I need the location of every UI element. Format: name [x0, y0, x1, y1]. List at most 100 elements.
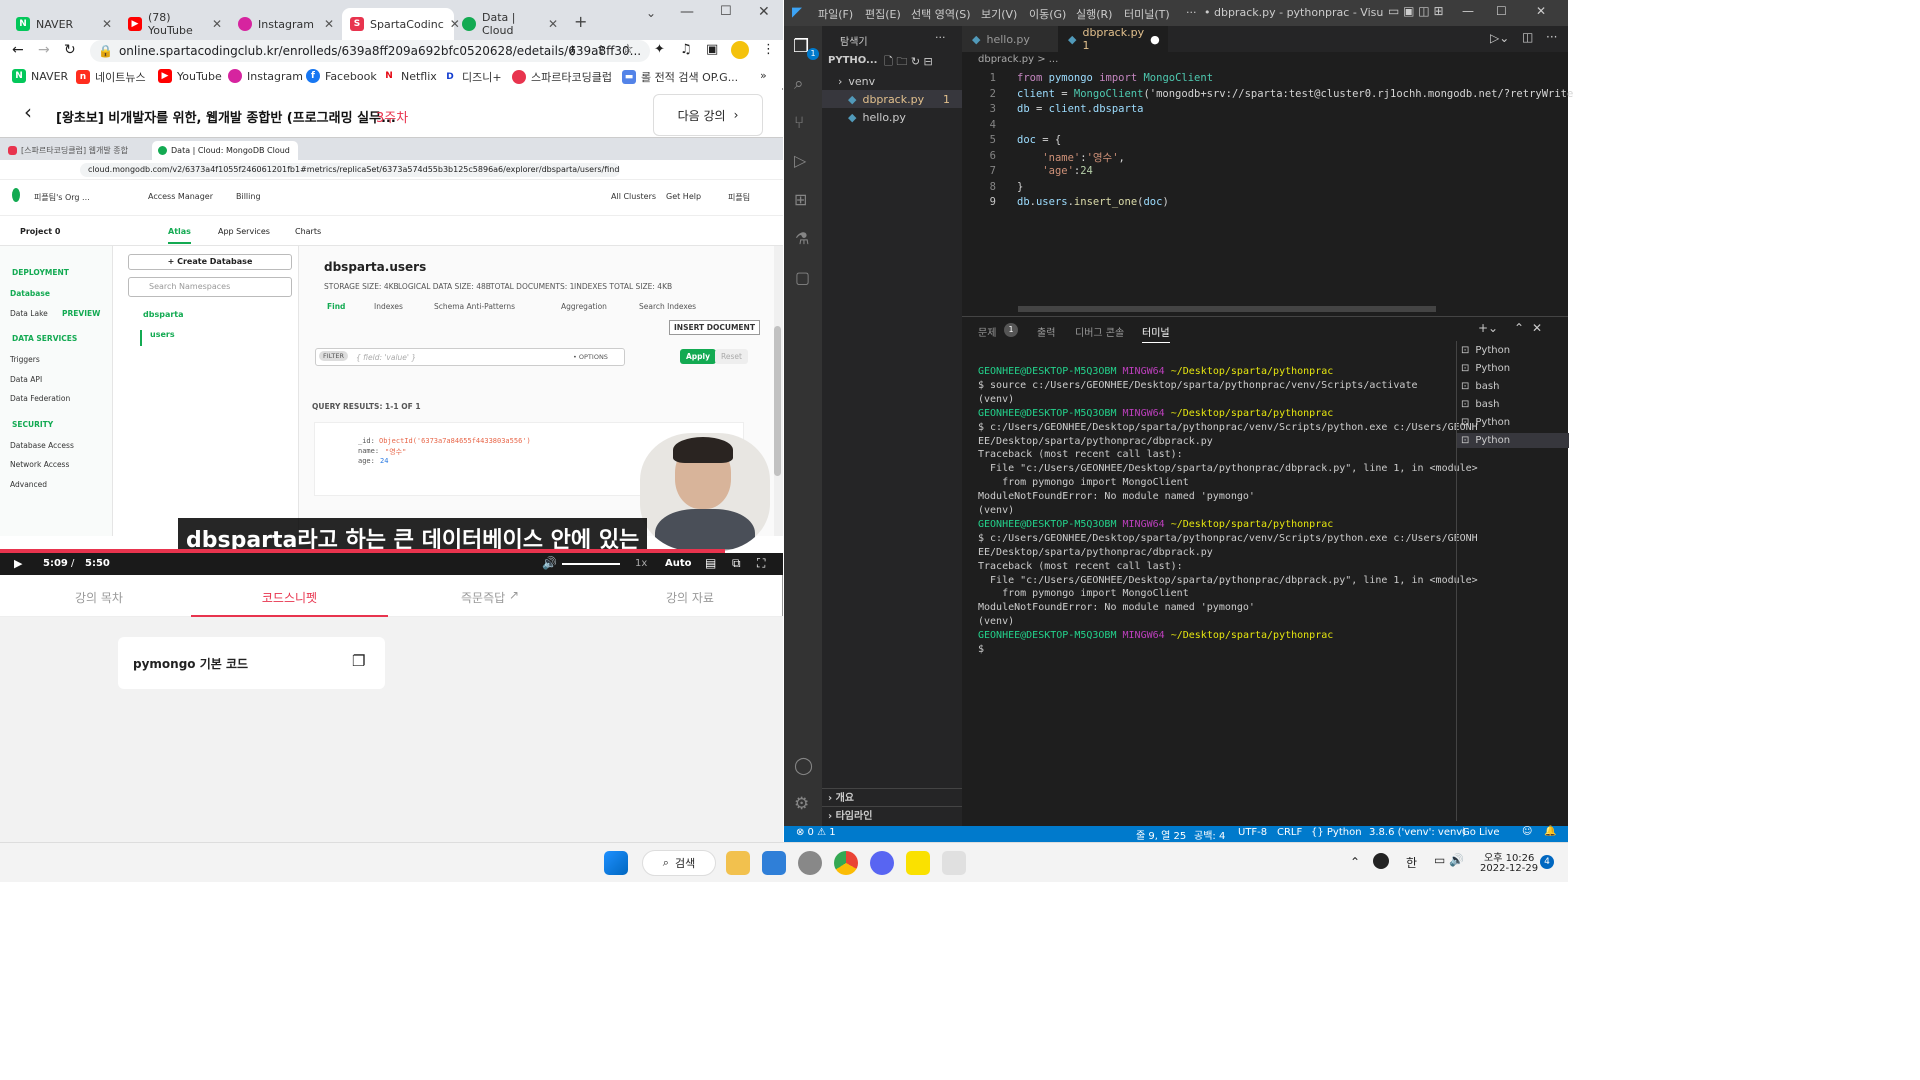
snippet-card[interactable]: pymongo 기본 코드 ❐: [118, 637, 385, 689]
copy-icon[interactable]: ❐: [352, 652, 365, 670]
tab-naver[interactable]: N NAVER ✕: [8, 8, 120, 40]
close-window-button[interactable]: ✕: [1536, 4, 1546, 18]
terminal-item[interactable]: ⊡ Python: [1461, 345, 1510, 356]
tab-mongodb[interactable]: Data | Cloud ✕: [454, 8, 566, 40]
new-terminal-icon[interactable]: +⌄: [1478, 321, 1498, 335]
split-editor-icon[interactable]: ◫: [1522, 30, 1533, 44]
editor-more-icon[interactable]: ···: [1546, 30, 1557, 44]
outline-section[interactable]: › 개요: [822, 788, 962, 806]
status-interpreter[interactable]: 3.8.6 ('venv': venv): [1369, 827, 1466, 838]
tab-spartacoding[interactable]: S SpartaCodinc ✕: [342, 8, 460, 40]
notification-badge[interactable]: 4: [1540, 855, 1554, 869]
fullscreen-icon[interactable]: ⛶: [757, 556, 765, 571]
volume-icon[interactable]: 🔊: [542, 556, 557, 570]
menu-icon[interactable]: ⋮: [762, 42, 775, 57]
menu-run[interactable]: 실행(R): [1076, 6, 1112, 22]
menu-more[interactable]: ···: [1186, 6, 1197, 19]
run-debug-icon[interactable]: ▷: [794, 151, 806, 170]
bookmarks-overflow[interactable]: »: [760, 69, 767, 82]
tray-app-icon[interactable]: [1373, 853, 1389, 869]
bookmark-nate[interactable]: n 네이트뉴스: [76, 69, 146, 85]
tab-toc[interactable]: 강의 목차: [75, 589, 123, 606]
close-icon[interactable]: ✕: [212, 17, 222, 31]
status-indent[interactable]: 공백: 4: [1194, 827, 1225, 842]
status-encoding[interactable]: UTF-8: [1238, 827, 1267, 838]
app-icon[interactable]: [798, 851, 822, 875]
bell-icon[interactable]: 🔔: [1544, 826, 1556, 837]
tab-code-snippet[interactable]: 코드스니펫: [191, 577, 388, 617]
workspace-folder[interactable]: PYTHO...: [828, 55, 877, 66]
sidepanel-icon[interactable]: ▣: [706, 42, 718, 57]
clock-date[interactable]: 2022-12-29: [1480, 863, 1538, 874]
snipping-tool-icon[interactable]: [942, 851, 966, 875]
tab-dbprack-py[interactable]: ◆ dbprack.py 1 ●: [1058, 26, 1168, 52]
horizontal-scrollbar[interactable]: [1018, 306, 1436, 312]
terminal-item[interactable]: ⊡ bash: [1461, 399, 1499, 410]
layout-icons[interactable]: ▭ ▣ ◫ ⊞: [1388, 4, 1444, 18]
minimize-button[interactable]: —: [1462, 4, 1474, 18]
bookmark-naver[interactable]: N NAVER: [12, 69, 68, 83]
testing-icon[interactable]: ⚗: [795, 229, 809, 248]
extensions-icon[interactable]: ✦: [654, 42, 665, 57]
chrome-taskbar-icon[interactable]: [834, 851, 858, 875]
tab-youtube[interactable]: ▶ (78) YouTube ✕: [120, 8, 230, 40]
terminal-item[interactable]: ⊡ Python: [1461, 363, 1510, 374]
file-dbprack[interactable]: ◆ dbprack.py 1: [822, 90, 962, 108]
menu-view[interactable]: 보기(V): [981, 6, 1017, 22]
status-go-live[interactable]: Go Live: [1462, 827, 1499, 838]
clock-time[interactable]: 오후 10:26: [1484, 849, 1534, 864]
reload-icon[interactable]: ↻: [64, 42, 76, 58]
close-icon[interactable]: ✕: [548, 17, 558, 31]
menu-go[interactable]: 이동(G): [1029, 6, 1066, 22]
vscode-taskbar-icon[interactable]: [762, 851, 786, 875]
bookmark-netflix[interactable]: N Netflix: [382, 69, 437, 83]
feedback-icon[interactable]: ☺: [1522, 826, 1532, 837]
start-icon[interactable]: [604, 851, 628, 875]
search-icon[interactable]: ⌕: [794, 74, 804, 94]
close-icon[interactable]: ✕: [102, 17, 112, 31]
bookmark-facebook[interactable]: f Facebook: [306, 69, 377, 83]
maximize-panel-icon[interactable]: ⌃: [1514, 321, 1524, 335]
remote-explorer-icon[interactable]: ▢: [795, 268, 810, 287]
bookmark-sparta[interactable]: 스파르타코딩클럽: [512, 69, 612, 85]
bookmark-opgg[interactable]: ▬ 롤 전적 검색 OP.G...: [622, 69, 738, 85]
settings-gear-icon[interactable]: ⚙: [794, 794, 809, 814]
key-icon[interactable]: ⚷: [568, 43, 577, 57]
maximize-button[interactable]: ☐: [720, 4, 732, 19]
share-icon[interactable]: ⇪: [596, 43, 606, 57]
source-control-icon[interactable]: ⑂: [794, 113, 804, 133]
profile-avatar[interactable]: [731, 41, 749, 59]
explorer-more-icon[interactable]: ···: [935, 31, 946, 44]
menu-terminal[interactable]: 터미널(T): [1124, 6, 1170, 22]
account-icon[interactable]: ◯: [794, 756, 813, 776]
extensions-icon[interactable]: ⊞: [794, 190, 807, 209]
pip-icon[interactable]: ⧉: [732, 556, 741, 571]
bookmark-instagram[interactable]: Instagram: [228, 69, 303, 83]
terminal-item-active[interactable]: ⊡ Python: [1457, 433, 1569, 448]
quality-button[interactable]: Auto: [665, 558, 692, 569]
address-bar[interactable]: 🔒 online.spartacodingclub.kr/enrolleds/63…: [90, 40, 650, 62]
media-icon[interactable]: ♫: [680, 42, 692, 57]
menu-selection[interactable]: 선택 영역(S): [911, 6, 971, 22]
speed-button[interactable]: 1x: [635, 558, 647, 569]
video-player[interactable]: [스파르타코딩클럽] 웹개발 종합 Data | Cloud: MongoDB …: [0, 137, 783, 575]
tab-instagram[interactable]: Instagram ✕: [230, 8, 342, 40]
status-eol[interactable]: CRLF: [1277, 827, 1302, 838]
bookmark-youtube[interactable]: ▶ YouTube: [158, 69, 222, 83]
maximize-button[interactable]: ☐: [1496, 4, 1507, 18]
timeline-section[interactable]: › 타임라인: [822, 806, 962, 824]
file-hello[interactable]: ◆ hello.py: [822, 108, 962, 126]
status-language[interactable]: {} Python: [1311, 827, 1362, 838]
tab-materials[interactable]: 강의 자료: [666, 589, 714, 606]
star-icon[interactable]: ☆: [622, 42, 634, 57]
panel-tab-debug[interactable]: 디버그 콘솔: [1075, 324, 1124, 339]
panel-tab-problems[interactable]: 문제: [978, 324, 996, 339]
terminal-item[interactable]: ⊡ bash: [1461, 381, 1499, 392]
captions-icon[interactable]: ▤: [705, 556, 716, 570]
network-icon[interactable]: ▭ 🔊: [1434, 853, 1464, 867]
panel-tab-terminal[interactable]: 터미널: [1142, 324, 1170, 343]
taskbar-search[interactable]: ⌕ 검색: [642, 850, 716, 876]
tab-search-icon[interactable]: ⌄: [646, 6, 656, 20]
panel-tab-output[interactable]: 출력: [1037, 324, 1055, 339]
kakaotalk-icon[interactable]: [906, 851, 930, 875]
